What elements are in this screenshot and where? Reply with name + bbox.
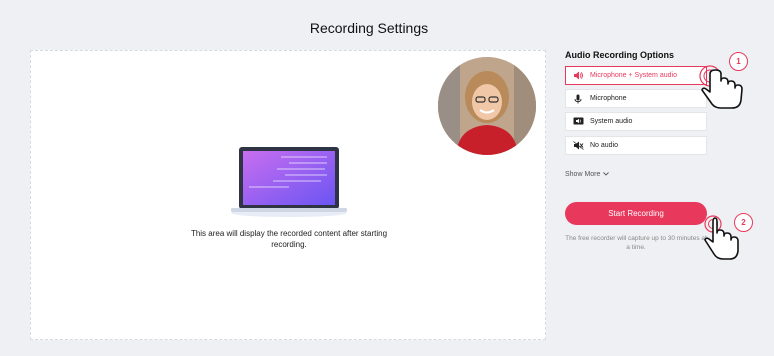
audio-option-label: System audio bbox=[590, 118, 633, 125]
start-recording-button[interactable]: Start Recording bbox=[565, 202, 707, 225]
mute-icon bbox=[566, 141, 590, 150]
audio-option-no-audio[interactable]: No audio bbox=[565, 136, 707, 155]
audio-option-microphone[interactable]: Microphone bbox=[565, 89, 707, 108]
audio-option-label: Microphone + System audio bbox=[590, 72, 677, 79]
laptop-illustration bbox=[231, 147, 347, 217]
recording-preview-area: This area will display the recorded cont… bbox=[30, 50, 546, 340]
page-title: Recording Settings bbox=[309, 20, 429, 36]
pointer-hand-icon bbox=[699, 65, 743, 109]
preview-caption: This area will display the recorded cont… bbox=[190, 229, 388, 249]
audio-options-title: Audio Recording Options bbox=[565, 50, 674, 60]
chevron-down-icon bbox=[603, 171, 610, 178]
show-more-label: Show More bbox=[565, 171, 601, 178]
audio-option-label: No audio bbox=[590, 142, 619, 149]
system-audio-icon bbox=[566, 117, 590, 126]
microphone-icon bbox=[566, 94, 590, 104]
webcam-person-image bbox=[438, 57, 536, 155]
audio-option-mic-system[interactable]: Microphone + System audio bbox=[565, 66, 707, 85]
webcam-preview bbox=[438, 57, 536, 155]
recording-limit-note: The free recorder will capture up to 30 … bbox=[565, 235, 707, 251]
audio-option-system-audio[interactable]: System audio bbox=[565, 112, 707, 131]
audio-option-label: Microphone bbox=[590, 95, 627, 102]
speaker-icon bbox=[566, 71, 590, 80]
show-more-toggle[interactable]: Show More bbox=[565, 171, 610, 178]
pointer-hand-icon bbox=[704, 215, 739, 260]
